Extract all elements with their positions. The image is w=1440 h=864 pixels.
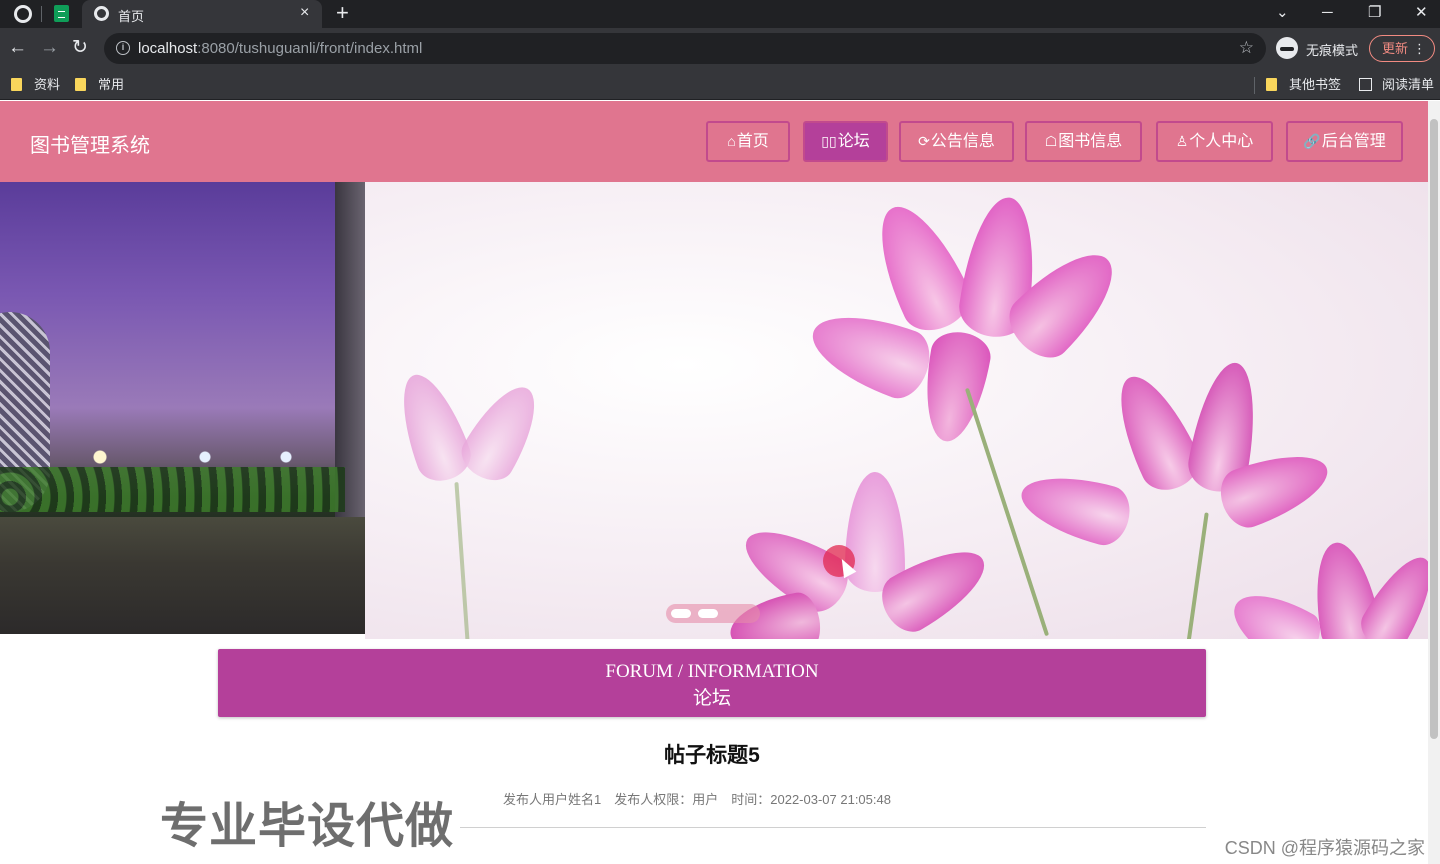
post-meta: 发布人用户姓名1 发布人权限：用户 时间：2022-03-07 21:05:48 [503,789,904,808]
nav-announcements[interactable]: ⟳公告信息 [899,121,1014,162]
slide-city-night-image [0,182,365,634]
section-title-en: FORUM / INFORMATION [605,661,819,682]
nav-forum[interactable]: ▯▯论坛 [803,121,888,162]
post-author: 发布人用户姓名1 [503,792,602,807]
post-role: 发布人权限：用户 [614,792,719,807]
nav-admin[interactable]: 🔗后台管理 [1286,121,1403,162]
carousel-dot-1[interactable] [671,609,691,618]
home-icon: ⌂ [727,133,736,149]
tab-search-icon[interactable]: ⌄ [1276,2,1289,24]
address-bar[interactable]: i localhost:8080/tushuguanli/front/index… [104,33,1266,64]
carousel-indicators [666,604,760,623]
restore-icon[interactable]: ❐ [1368,2,1381,24]
bookmark-separator [1254,77,1255,94]
close-tab-icon[interactable]: × [300,4,309,22]
user-icon: ♙ [1175,133,1189,149]
url-text[interactable]: localhost:8080/tushuguanli/front/index.h… [138,40,422,57]
post-time: 时间：2022-03-07 21:05:48 [731,792,891,807]
slide-cosmos-flowers-image [365,182,1428,639]
update-button[interactable]: 更新 ⋮ [1369,35,1435,62]
image-carousel[interactable] [0,182,1428,639]
nav-home[interactable]: ⌂首页 [706,121,790,162]
reading-list-icon [1359,78,1372,91]
reading-list[interactable]: 阅读清单 [1359,75,1434,95]
folder-icon [1266,78,1277,91]
folder-icon [11,78,22,91]
nav-personal-center[interactable]: ♙个人中心 [1156,121,1273,162]
bookmark-folder-ziliao[interactable]: 资料 [11,75,60,95]
carousel-dot-2[interactable] [698,609,718,618]
minimize-icon[interactable]: ─ [1322,2,1333,24]
post-title: 帖子标题5 [664,744,760,767]
globe-icon [94,6,109,21]
water-reflection [0,517,365,634]
link-icon: 🔗 [1303,133,1321,149]
browser-toolbar: ← → ↻ i localhost:8080/tushuguanli/front… [0,28,1440,70]
watermark-text: 专业毕设代做 [160,800,455,853]
tab-title: 首页 [118,9,145,24]
site-title: 图书管理系统 [30,135,150,157]
active-tab[interactable]: 首页 × [82,0,322,28]
back-icon[interactable]: ← [8,37,27,59]
incognito-icon [1276,37,1298,59]
page-scrollbar[interactable] [1428,101,1440,864]
section-title-cn: 论坛 [692,688,731,709]
bookmark-folder-changyong[interactable]: 常用 [75,75,124,95]
other-bookmarks[interactable]: 其他书签 [1266,75,1341,95]
incognito-label: 无痕模式 [1306,43,1359,58]
site-header: 图书管理系统 ⌂首页 ▯▯论坛 ⟳公告信息 ☖图书信息 ♙个人中心 🔗后台管理 [0,101,1428,182]
browser-tab-strip: 首页 × + ⌄ ─ ❐ ✕ [0,0,1440,28]
window-close-icon[interactable]: ✕ [1415,2,1428,24]
forum-section-banner: FORUM / INFORMATION 论坛 [218,649,1206,717]
folder-icon [75,78,86,91]
new-tab-button[interactable]: + [336,1,349,25]
browser-globe-icon[interactable] [14,5,32,23]
menu-dots-icon[interactable]: ⋮ [1413,36,1426,61]
announcement-icon: ⟳ [918,133,930,149]
book-icon: ☖ [1044,133,1058,149]
post-divider [460,827,1206,828]
nav-book-info[interactable]: ☖图书信息 [1025,121,1142,162]
tab-separator [41,6,42,22]
scrollbar-thumb[interactable] [1430,119,1438,739]
reload-icon[interactable]: ↻ [72,37,88,59]
bookmark-star-icon[interactable]: ☆ [1239,38,1254,58]
bookmarks-bar: 资料 常用 其他书签 阅读清单 [0,70,1440,100]
forum-icon: ▯▯ [821,133,837,149]
forward-icon[interactable]: → [40,37,59,59]
tree-line [0,467,345,512]
site-info-icon[interactable]: i [116,41,130,55]
spreadsheet-tab-icon[interactable] [54,5,69,22]
csdn-watermark: CSDN @程序猿源码之家 [1224,838,1425,858]
